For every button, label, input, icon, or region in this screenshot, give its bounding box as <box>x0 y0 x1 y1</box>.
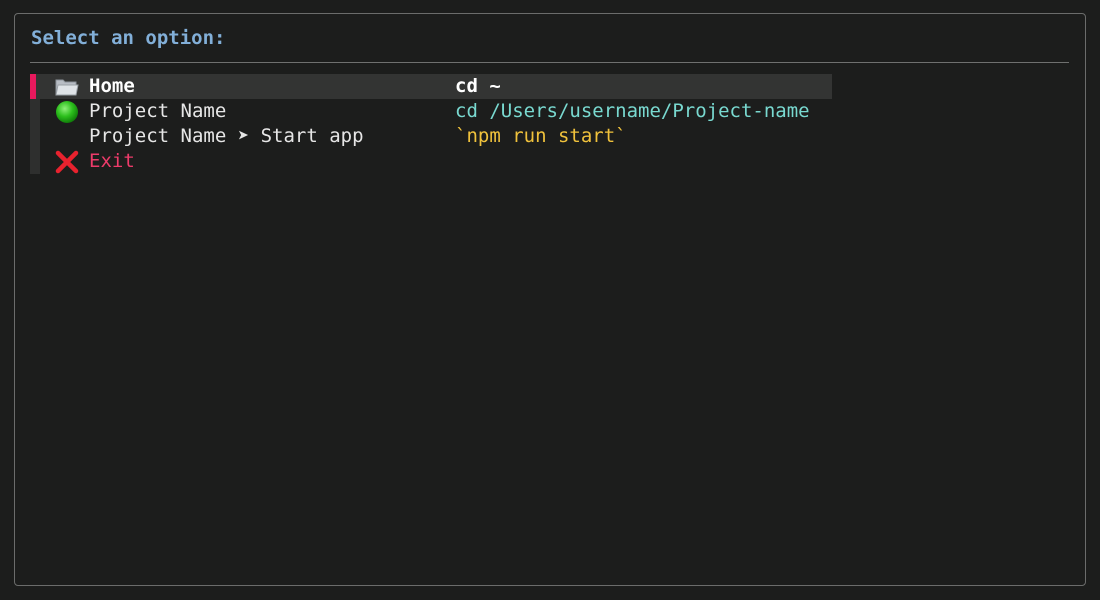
menu-item-label: Project Name <box>89 100 227 122</box>
menu-item-label: Project Name ➤ Start app <box>89 125 364 147</box>
selection-indicator <box>30 74 36 99</box>
menu-item-home[interactable]: Home cd ~ <box>30 74 832 99</box>
gutter <box>30 124 40 149</box>
menu-item-project[interactable]: Project Name cd /Users/username/Project-… <box>30 99 832 124</box>
prompt-title: Select an option: <box>31 27 226 49</box>
cross-mark-icon <box>54 149 80 174</box>
menu-item-label: Home <box>89 75 135 97</box>
menu-item-exit[interactable]: Exit <box>30 149 832 174</box>
gutter <box>30 99 40 124</box>
menu-item-command: `npm run start` <box>455 125 627 147</box>
terminal-window: Select an option: Home cd ~ Project Name… <box>14 13 1086 586</box>
folder-icon <box>54 74 80 99</box>
menu-item-label: Exit <box>89 150 135 172</box>
menu-item-start-app[interactable]: Project Name ➤ Start app `npm run start` <box>30 124 832 149</box>
option-menu: Home cd ~ Project Name cd /Users/usernam… <box>30 74 832 174</box>
menu-item-command: cd ~ <box>455 75 501 97</box>
divider <box>30 62 1069 63</box>
gutter <box>30 149 40 174</box>
green-circle-icon <box>54 99 80 124</box>
menu-item-command: cd /Users/username/Project-name <box>455 100 810 122</box>
